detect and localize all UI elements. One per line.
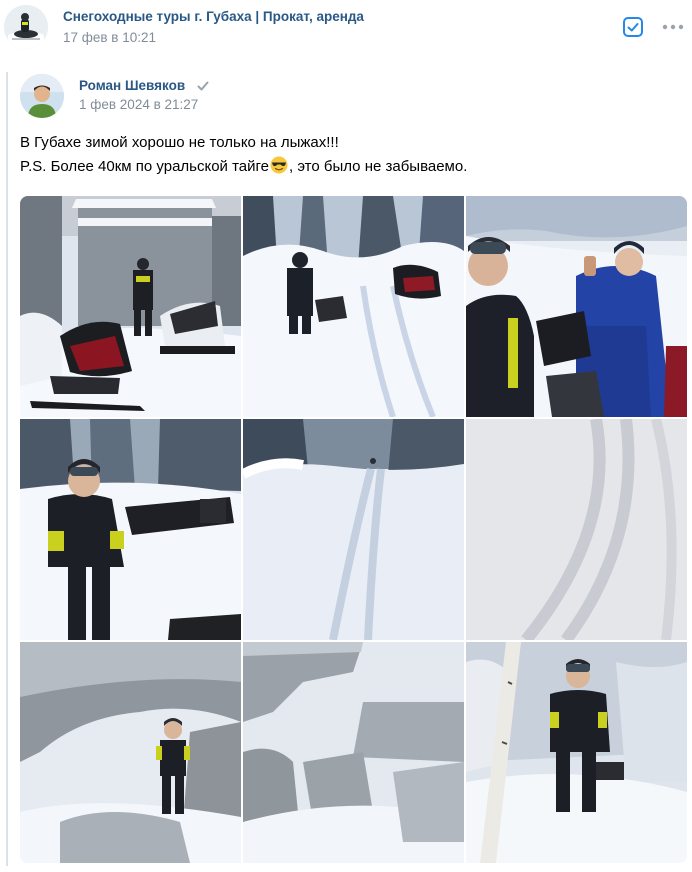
photo-snowmobile-trail-through-forest[interactable]	[243, 419, 464, 640]
post-text-line-2-start: P.S. Более 40км по уральской тайге	[20, 158, 270, 175]
repost-divider	[6, 72, 8, 866]
post-header: Снегоходные туры г. Губаха | Прокат, аре…	[0, 0, 692, 60]
photo-rider-under-rock-arch[interactable]	[20, 642, 241, 863]
group-post-date[interactable]: 17 фев в 10:21	[63, 30, 156, 45]
photo-grid	[20, 196, 687, 864]
checkbox-icon[interactable]	[622, 16, 644, 38]
verified-check-icon	[196, 79, 210, 93]
group-name-link[interactable]: Снегоходные туры г. Губаха | Прокат, аре…	[63, 9, 364, 24]
author-avatar[interactable]	[20, 74, 64, 118]
more-dots-icon[interactable]	[660, 18, 686, 36]
post-text-line-1: В Губахе зимой хорошо не только на лыжах…	[20, 134, 339, 151]
post-text-line-2: P.S. Более 40км по уральской тайге , это …	[20, 155, 467, 179]
author-name-link[interactable]: Роман Шевяков	[79, 78, 185, 93]
post-text-line-2-end: , это было не забываемо.	[289, 158, 468, 175]
photo-snowy-rock-formations[interactable]	[243, 642, 464, 863]
photo-rider-by-birch-tree[interactable]	[466, 642, 687, 863]
photo-snow-tracks-closeup[interactable]	[466, 419, 687, 640]
group-avatar[interactable]	[4, 5, 48, 49]
photo-snowmobiles-by-garage[interactable]	[20, 196, 241, 417]
sunglasses-emoji-icon	[270, 156, 288, 174]
photo-two-riders-selfie[interactable]	[466, 196, 687, 417]
photo-rider-by-snowmobile-in-forest[interactable]	[243, 196, 464, 417]
post-text: В Губахе зимой хорошо не только на лыжах…	[20, 131, 467, 179]
author-post-date[interactable]: 1 фев 2024 в 21:27	[79, 97, 198, 112]
photo-rider-standing-with-snowmobiles[interactable]	[20, 419, 241, 640]
